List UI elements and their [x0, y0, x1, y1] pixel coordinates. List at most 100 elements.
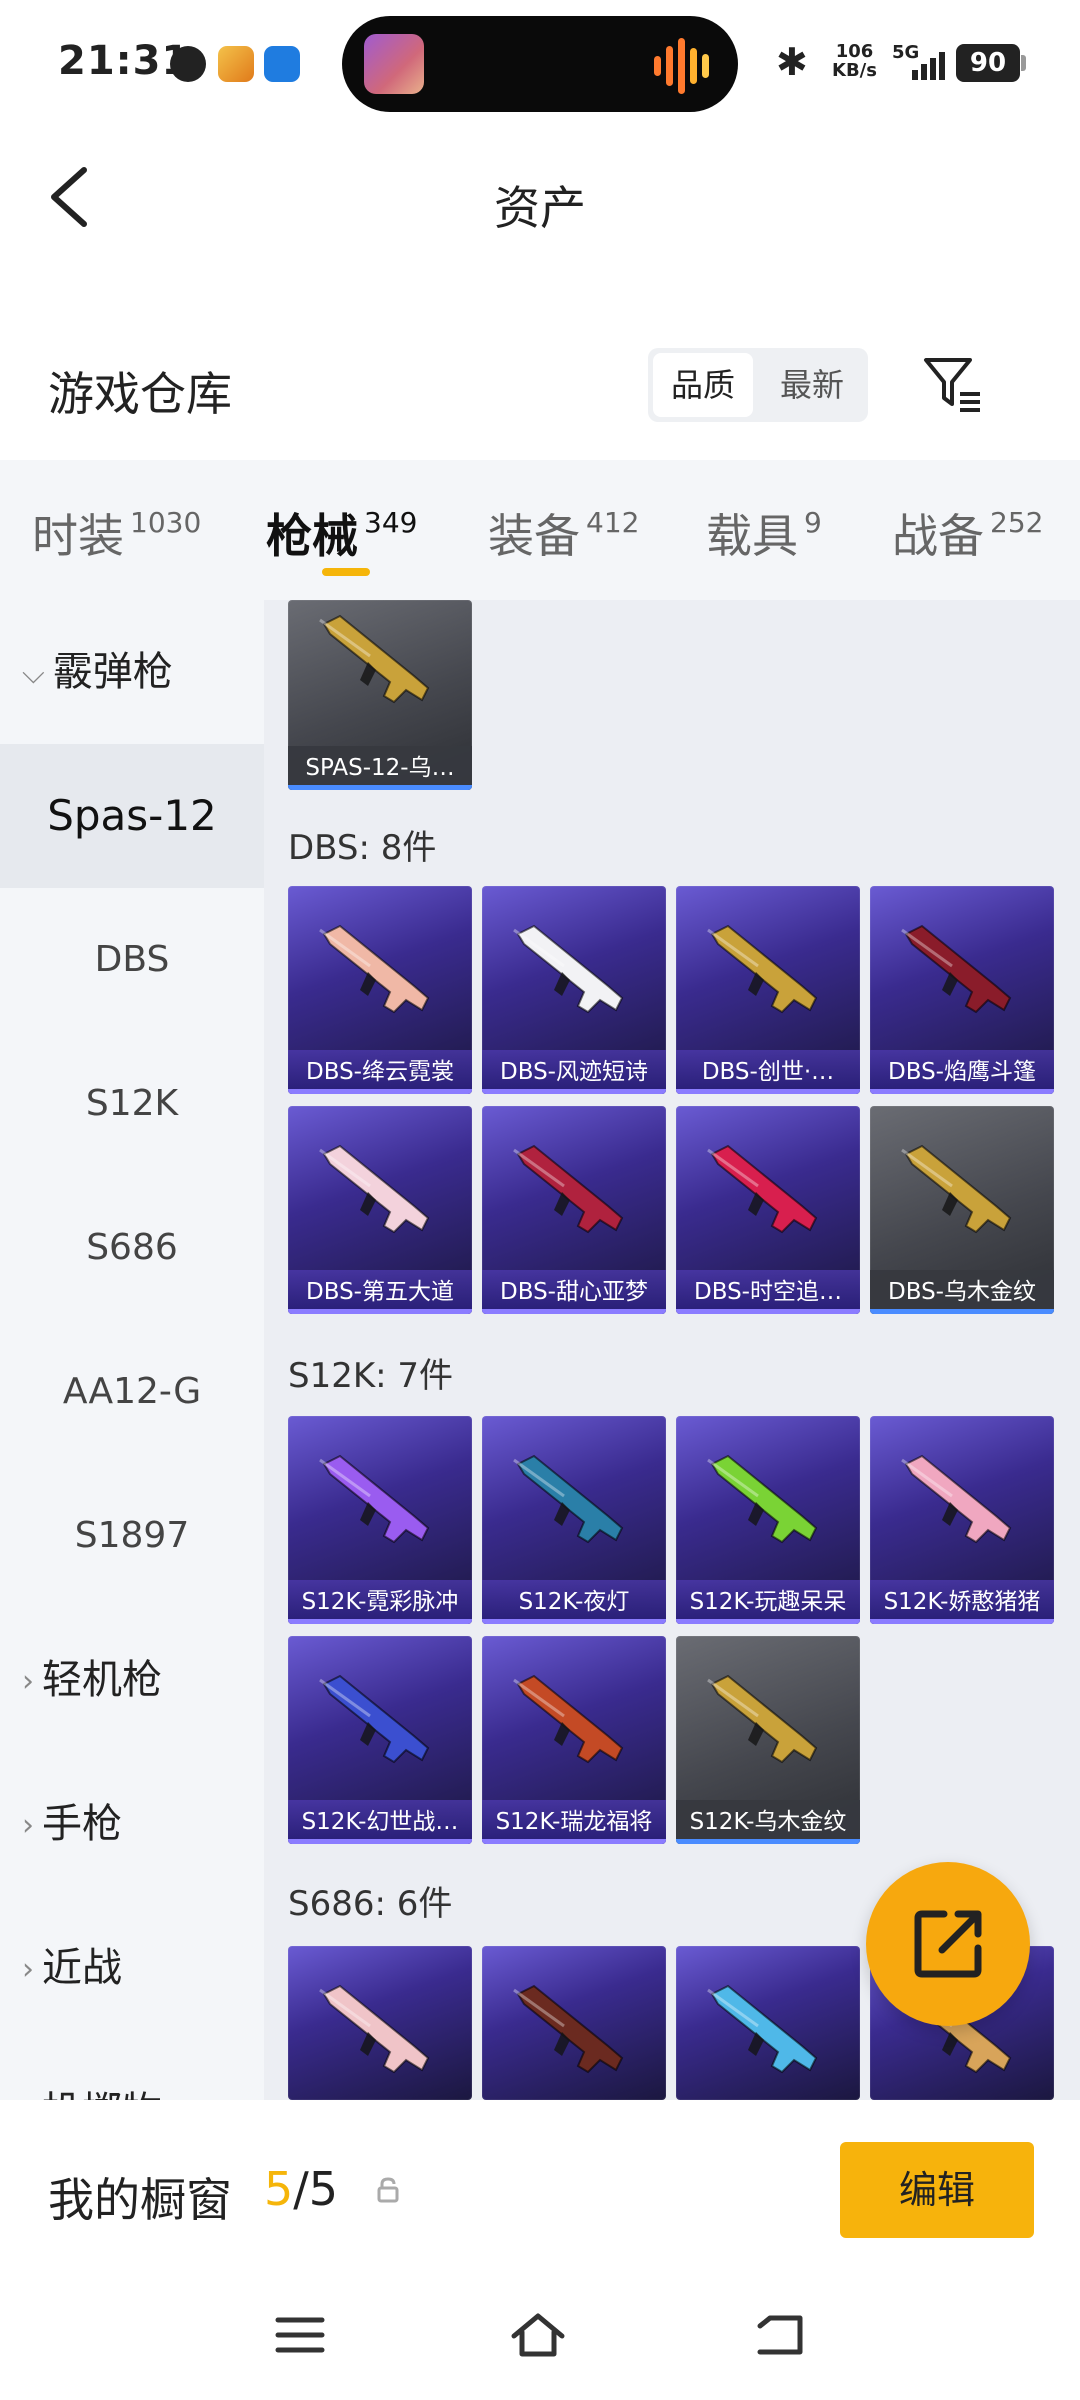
weapon-image [901, 1144, 1012, 1234]
music-cover-icon [364, 34, 424, 94]
weapon-skin-card[interactable] [676, 1946, 860, 2100]
bluetooth-icon: ✱ [776, 40, 808, 84]
quality-bar [482, 1089, 666, 1094]
tab-label: 载具 [706, 509, 798, 563]
sidebar-category-pistol[interactable]: › 手枪 [0, 1752, 264, 1896]
warehouse-header: 游戏仓库 品质 最新 [0, 300, 1080, 460]
edit-button[interactable]: 编辑 [840, 2142, 1034, 2238]
battery-cap [1021, 55, 1026, 71]
weapon-skin-card[interactable]: DBS-甜心亚梦 [482, 1106, 666, 1314]
weapon-skin-card[interactable]: SPAS-12-乌… [288, 600, 472, 790]
weapon-image [707, 924, 818, 1014]
tab-label: 时装 [32, 509, 124, 563]
tab-label: 枪械 [266, 509, 358, 563]
menu-icon[interactable] [272, 2310, 328, 2360]
weapon-skin-card[interactable] [482, 1946, 666, 2100]
weapon-image [513, 1144, 624, 1234]
weapon-skin-card[interactable]: S12K-霓彩脉冲 [288, 1416, 472, 1624]
page-title: 资产 [494, 181, 586, 235]
sidebar-category-label: 霰弹枪 [52, 649, 173, 695]
weapon-skin-card[interactable]: S12K-幻世战… [288, 1636, 472, 1844]
sidebar-item-aa12g[interactable]: AA12-G [0, 1320, 264, 1464]
showcase-count: 5/5 [264, 2162, 338, 2216]
weapon-skin-card[interactable]: S12K-瑞龙福将 [482, 1636, 666, 1844]
sidebar-category-melee[interactable]: › 近战 [0, 1896, 264, 2040]
tab-fashion[interactable]: 时装 1030 [32, 500, 201, 566]
audio-wave-icon [654, 56, 661, 76]
sidebar-item-dbs[interactable]: DBS [0, 888, 264, 1032]
signal-app-icon [264, 46, 300, 82]
weapon-image [901, 1454, 1012, 1544]
tab-vehicles[interactable]: 载具 9 [706, 500, 822, 566]
weapon-image [707, 1454, 818, 1544]
weapon-sidebar: ⌵ 霰弹枪 Spas-12 DBS S12K S686 AA12-G S1897 … [0, 600, 264, 2135]
weapon-skin-name: DBS-乌木金纹 [870, 1270, 1054, 1314]
net-speed-value: 106 [835, 41, 874, 62]
weapon-skin-card[interactable] [288, 1946, 472, 2100]
quality-bar [482, 1309, 666, 1314]
section-heading-s686: S686: 6件 [288, 1884, 453, 1924]
sidebar-category-lmg[interactable]: › 轻机枪 [0, 1608, 264, 1752]
weapon-skin-name: DBS-第五大道 [288, 1270, 472, 1314]
audio-wave-bar [702, 54, 709, 78]
filter-icon[interactable] [920, 352, 984, 416]
tab-firearms[interactable]: 枪械 349 [266, 500, 417, 566]
section-heading-s12k: S12K: 7件 [288, 1356, 454, 1396]
quality-bar [482, 1839, 666, 1844]
weapon-image [513, 1674, 624, 1764]
weapon-skin-card[interactable]: S12K-乌木金纹 [676, 1636, 860, 1844]
weapon-image [319, 614, 430, 704]
weapon-skin-card[interactable]: S12K-夜灯 [482, 1416, 666, 1624]
weapon-image [319, 1454, 430, 1544]
weapon-image [319, 1144, 430, 1234]
tab-count: 1030 [130, 506, 202, 539]
weapon-skin-card[interactable]: DBS-乌木金纹 [870, 1106, 1054, 1314]
weapon-skin-card[interactable]: S12K-玩趣呆呆 [676, 1416, 860, 1624]
weapon-image [707, 1144, 818, 1234]
weapon-image [707, 1674, 818, 1764]
quality-bar [288, 785, 472, 790]
sort-newest-button[interactable]: 最新 [762, 353, 862, 417]
tab-count: 412 [586, 506, 640, 539]
net-speed-unit: KB/s [832, 60, 877, 81]
weapon-skin-card[interactable]: DBS-创世·… [676, 886, 860, 1094]
weapon-skin-card[interactable]: DBS-第五大道 [288, 1106, 472, 1314]
home-icon[interactable] [510, 2310, 566, 2360]
chevron-right-icon: › [22, 1808, 34, 1843]
weapon-skin-card[interactable]: S12K-娇憨猪猪 [870, 1416, 1054, 1624]
tab-count: 349 [364, 506, 418, 539]
warehouse-title: 游戏仓库 [48, 367, 232, 421]
chevron-down-icon: ⌵ [22, 656, 45, 691]
weapon-skin-card[interactable]: DBS-焰鹰斗篷 [870, 886, 1054, 1094]
weapon-skin-name: S12K-娇憨猪猪 [870, 1580, 1054, 1624]
sidebar-item-s686[interactable]: S686 [0, 1176, 264, 1320]
sidebar-item-spas12[interactable]: Spas-12 [0, 744, 264, 888]
back-nav-icon[interactable] [752, 2310, 808, 2360]
weapon-skin-card[interactable]: DBS-时空追… [676, 1106, 860, 1314]
quality-bar [870, 1619, 1054, 1624]
sidebar-category-shotgun[interactable]: ⌵ 霰弹枪 [0, 600, 264, 744]
quality-bar [676, 1089, 860, 1094]
tab-gear[interactable]: 战备 252 [892, 500, 1043, 566]
share-fab-button[interactable] [866, 1862, 1030, 2026]
showcase-total: /5 [293, 2162, 339, 2216]
weapon-skin-card[interactable]: DBS-风迹短诗 [482, 886, 666, 1094]
tab-label: 装备 [488, 509, 580, 563]
weapon-skin-name: DBS-创世·… [676, 1050, 860, 1094]
sidebar-item-s1897[interactable]: S1897 [0, 1464, 264, 1608]
quality-bar [288, 1309, 472, 1314]
category-tabs: 时装 1030 枪械 349 装备 412 载具 9 战备 252 [0, 460, 1080, 600]
weapon-skin-name: DBS-风迹短诗 [482, 1050, 666, 1094]
quality-bar [870, 1309, 1054, 1314]
weapon-skin-card[interactable]: DBS-绛云霓裳 [288, 886, 472, 1094]
weapon-skin-name: DBS-时空追… [676, 1270, 860, 1314]
sidebar-item-s12k[interactable]: S12K [0, 1032, 264, 1176]
dynamic-island[interactable] [342, 16, 738, 112]
page-header: 资产 [0, 120, 1080, 270]
sort-quality-button[interactable]: 品质 [653, 353, 753, 417]
tab-equipment[interactable]: 装备 412 [488, 500, 639, 566]
tab-count: 252 [990, 506, 1044, 539]
chevron-right-icon: › [22, 1952, 34, 1987]
weapon-image [319, 1674, 430, 1764]
weapon-image [513, 924, 624, 1014]
